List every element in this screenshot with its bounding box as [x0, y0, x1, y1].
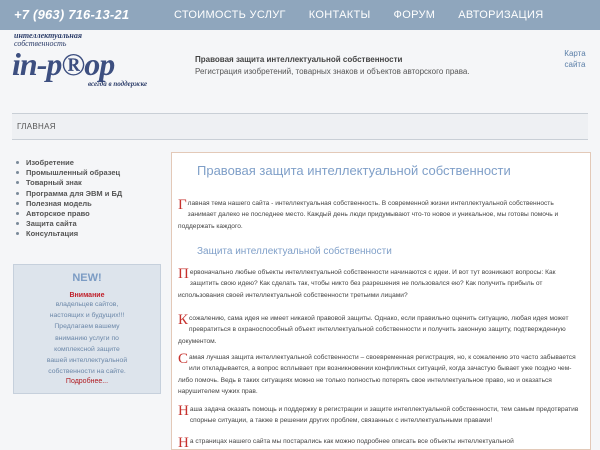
promo-line: настоящих и будущих!!!	[49, 312, 125, 320]
sidebar-item-invention[interactable]: Изобретение	[16, 158, 122, 168]
top-nav: СТОИМОСТЬ УСЛУГ КОНТАКТЫ ФОРУМ АВТОРИЗАЦ…	[174, 9, 566, 21]
drop-cap: Н	[178, 403, 189, 419]
promo-more-link[interactable]: Подробнее...	[14, 378, 160, 385]
promo-line: собственности на сайте.	[48, 368, 126, 376]
drop-cap: Н	[178, 435, 189, 450]
breadcrumb: ГЛАВНАЯ	[12, 113, 588, 140]
content-paragraph: Наша задача оказать помощь и поддержку в…	[178, 404, 580, 427]
sitemap-label-1: Карта	[564, 49, 586, 58]
site-title: Правовая защита интеллектуальной собстве…	[195, 55, 403, 64]
header-bar: +7 (963) 716-13-21 СТОИМОСТЬ УСЛУГ КОНТА…	[0, 0, 600, 30]
new-promo-box: NEW! Внимание владельцев сайтов, настоящ…	[13, 264, 161, 394]
content-paragraph: Самая лучшая защита интеллектуальной соб…	[178, 352, 580, 397]
sidebar-item-utility-model[interactable]: Полезная модель	[16, 199, 122, 209]
sitemap-link[interactable]: Карта сайта	[557, 48, 593, 70]
drop-cap: Г	[178, 197, 187, 213]
nav-login[interactable]: АВТОРИЗАЦИЯ	[458, 9, 543, 21]
promo-line: вниманию услуги по	[55, 334, 119, 342]
content-paragraph: На страницах нашего сайта мы постарались…	[178, 436, 580, 450]
sidebar-item-industrial-design[interactable]: Промышленный образец	[16, 168, 122, 178]
sidebar-item-consultation[interactable]: Консультация	[16, 229, 122, 239]
content-paragraph: Главная тема нашего сайта - интеллектуал…	[178, 198, 580, 232]
nav-contacts[interactable]: КОНТАКТЫ	[309, 9, 371, 21]
paragraph-text: ервоначально любые объекты интеллектуаль…	[178, 269, 556, 299]
drop-cap: К	[178, 312, 189, 328]
content-paragraph: Ксожалению, сама идея не имеет никакой п…	[178, 313, 580, 347]
sidebar-item-software[interactable]: Программа для ЭВМ и БД	[16, 189, 122, 199]
sitemap-label-2: сайта	[564, 60, 586, 69]
drop-cap: П	[178, 266, 189, 282]
sidebar-item-copyright[interactable]: Авторское право	[16, 209, 122, 219]
paragraph-text: лавная тема нашего сайта - интеллектуаль…	[178, 200, 559, 230]
site-subtitle: Регистрация изобретений, товарных знаков…	[195, 67, 470, 76]
paragraph-text: а страницах нашего сайта мы постарались …	[189, 438, 514, 445]
content-title: Правовая защита интеллектуальной собстве…	[197, 163, 511, 178]
main-content: Правовая защита интеллектуальной собстве…	[171, 152, 591, 450]
logo[interactable]: in-p®op	[12, 46, 115, 83]
nav-pricing[interactable]: СТОИМОСТЬ УСЛУГ	[174, 9, 286, 21]
sidebar-item-site-protection[interactable]: Защита сайта	[16, 219, 122, 229]
nav-forum[interactable]: ФОРУМ	[394, 9, 436, 21]
sidebar-menu: Изобретение Промышленный образец Товарны…	[16, 158, 122, 240]
content-paragraph: Первоначально любые объекты интеллектуал…	[178, 267, 580, 301]
new-badge: NEW!	[72, 272, 102, 284]
paragraph-text: аша задача оказать помощь и поддержку в …	[189, 406, 579, 425]
promo-line: Предлагаем вашему	[54, 323, 120, 331]
phone-number: +7 (963) 716-13-21	[14, 7, 130, 22]
promo-text: владельцев сайтов, настоящих и будущих!!…	[14, 299, 160, 377]
paragraph-text: сожалению, сама идея не имеет никакой пр…	[178, 315, 569, 345]
content-subtitle: Защита интеллектуальной собственности	[197, 246, 392, 257]
paragraph-text: амая лучшая защита интеллектуальной собс…	[178, 354, 576, 395]
breadcrumb-home[interactable]: ГЛАВНАЯ	[17, 122, 56, 131]
sidebar-item-trademark[interactable]: Товарный знак	[16, 178, 122, 188]
promo-line: вашей интеллектуальной	[46, 357, 128, 365]
logo-slogan: всегда в поддержке	[88, 80, 148, 88]
promo-line: комплексной защите	[54, 345, 120, 353]
drop-cap: С	[178, 351, 189, 367]
promo-line: владельцев сайтов,	[55, 301, 119, 308]
promo-attention: Внимание	[69, 292, 105, 299]
